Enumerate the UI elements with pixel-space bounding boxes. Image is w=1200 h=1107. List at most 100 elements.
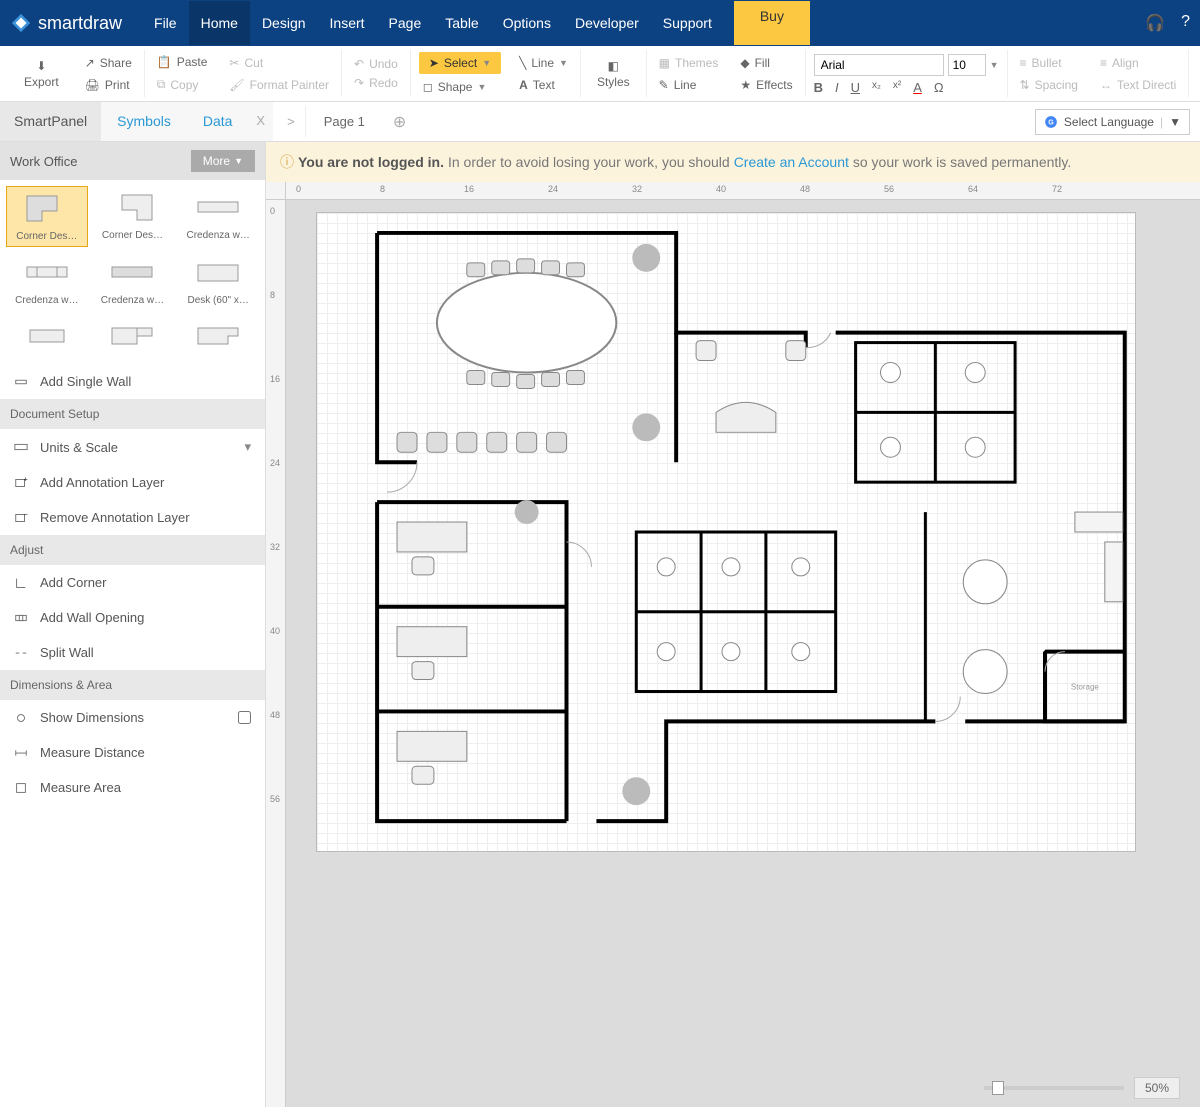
styles-button[interactable]: ◧ Styles	[589, 55, 638, 93]
superscript-button[interactable]: x²	[893, 80, 901, 95]
format-painter-button[interactable]: 🖌Format Painter	[225, 76, 333, 94]
line-style-button[interactable]: ✎Line	[655, 76, 723, 94]
menu-support[interactable]: Support	[651, 1, 724, 45]
symbol-extra-1[interactable]	[6, 314, 88, 358]
page-nav-next[interactable]: >	[277, 106, 306, 137]
split-icon	[14, 646, 28, 660]
help-icon[interactable]: ?	[1181, 13, 1190, 33]
download-icon: ⬇	[36, 59, 46, 73]
buy-button[interactable]: Buy	[734, 1, 810, 45]
bullet-button[interactable]: ≡Bullet	[1016, 54, 1082, 72]
fill-icon: ◆	[740, 56, 749, 70]
zoom-slider[interactable]	[984, 1086, 1124, 1090]
menu-developer[interactable]: Developer	[563, 1, 651, 45]
symbol-grid: Corner Des… Corner Des… Credenza w… Cred…	[0, 180, 265, 364]
symbol-corner-desk-1[interactable]: Corner Des…	[6, 186, 88, 247]
copy-button[interactable]: ⧉Copy	[153, 75, 212, 94]
line-button[interactable]: ╲Line▼	[515, 54, 572, 72]
gear-icon	[14, 711, 28, 725]
symbol-credenza-2[interactable]: Credenza w…	[6, 251, 88, 310]
symbol-extra-3[interactable]	[177, 314, 259, 358]
show-dimensions[interactable]: Show Dimensions	[0, 700, 265, 735]
paste-button[interactable]: 📋Paste	[153, 53, 212, 71]
clear-format-button[interactable]: Ω	[934, 80, 944, 95]
effects-button[interactable]: ★Effects	[736, 76, 796, 94]
floor-plan-drawing[interactable]: Storage	[316, 212, 1136, 852]
page-1-tab[interactable]: Page 1	[306, 103, 383, 140]
italic-button[interactable]: I	[835, 80, 839, 95]
more-button[interactable]: More▼	[191, 150, 255, 172]
bold-button[interactable]: B	[814, 80, 823, 95]
star-icon: ★	[740, 78, 751, 92]
language-selector[interactable]: G Select Language |▼	[1035, 109, 1190, 135]
zoom-thumb[interactable]	[992, 1081, 1004, 1095]
menu-table[interactable]: Table	[433, 1, 490, 45]
svg-text:G: G	[1048, 119, 1054, 126]
brush-icon: 🖌	[229, 78, 244, 92]
tab-close[interactable]: X	[248, 102, 273, 141]
smartpanel-tab[interactable]: SmartPanel	[0, 102, 101, 141]
units-scale[interactable]: Units & Scale ▾	[0, 429, 265, 465]
symbol-credenza-3[interactable]: Credenza w…	[92, 251, 174, 310]
shape-button[interactable]: ◻Shape▼	[419, 78, 501, 96]
split-wall[interactable]: Split Wall	[0, 635, 265, 670]
menu-items: File Home Design Insert Page Table Optio…	[142, 1, 810, 45]
paste-icon: 📋	[157, 55, 172, 69]
menu-page[interactable]: Page	[377, 1, 434, 45]
direction-icon: ↔	[1100, 78, 1112, 92]
undo-button[interactable]: ↶Undo	[350, 55, 402, 73]
headset-icon[interactable]: 🎧	[1145, 13, 1165, 33]
vertical-ruler: 0 8 16 24 32 40 48 56	[266, 200, 286, 1107]
measure-area[interactable]: Measure Area	[0, 770, 265, 805]
symbol-credenza-1[interactable]: Credenza w…	[177, 186, 259, 247]
subscript-button[interactable]: x₂	[872, 80, 881, 95]
font-color-button[interactable]: A	[913, 80, 922, 95]
spacing-button[interactable]: ⇅Spacing	[1016, 76, 1082, 94]
menu-insert[interactable]: Insert	[318, 1, 377, 45]
add-wall-opening[interactable]: Add Wall Opening	[0, 600, 265, 635]
add-annotation[interactable]: + Add Annotation Layer	[0, 465, 265, 500]
menu-home[interactable]: Home	[189, 1, 250, 45]
text-button[interactable]: AText	[515, 76, 572, 94]
add-page-button[interactable]: ⊕	[383, 104, 416, 140]
menu-options[interactable]: Options	[491, 1, 563, 45]
canvas-viewport[interactable]: 0 8 16 24 32 40 48 56 64 72 0 8 16 24 32…	[266, 182, 1200, 1107]
measure-distance[interactable]: Measure Distance	[0, 735, 265, 770]
export-button[interactable]: ⬇ Export	[16, 55, 67, 93]
symbol-extra-2[interactable]	[92, 314, 174, 358]
align-button[interactable]: ≡Align	[1096, 54, 1180, 72]
menu-file[interactable]: File	[142, 1, 189, 45]
symbol-corner-desk-2[interactable]: Corner Des…	[92, 186, 174, 247]
cut-icon: ✂	[229, 56, 239, 70]
themes-button[interactable]: ▦Themes	[655, 54, 723, 72]
ruler-icon	[14, 440, 28, 454]
line-icon: ╲	[519, 56, 526, 70]
zoom-percent[interactable]: 50%	[1134, 1077, 1180, 1099]
symbol-desk-60[interactable]: Desk (60" x…	[177, 251, 259, 310]
fill-button[interactable]: ◆Fill	[736, 54, 796, 72]
dims-area-header: Dimensions & Area	[0, 670, 265, 700]
show-dims-checkbox[interactable]	[238, 711, 251, 724]
create-account-link[interactable]: Create an Account	[734, 154, 849, 170]
left-panel: Work Office More▼ Corner Des… Corner Des…	[0, 142, 266, 1107]
menu-design[interactable]: Design	[250, 1, 318, 45]
svg-text:−: −	[24, 511, 28, 518]
redo-button[interactable]: ↷Redo	[350, 74, 402, 92]
doc-setup-header: Document Setup	[0, 399, 265, 429]
add-corner[interactable]: Add Corner	[0, 565, 265, 600]
add-single-wall[interactable]: Add Single Wall	[0, 364, 265, 399]
share-button[interactable]: ↗Share	[81, 54, 136, 72]
share-icon: ↗	[85, 56, 95, 70]
library-header: Work Office More▼	[0, 142, 265, 180]
symbols-tab[interactable]: Symbols	[101, 102, 187, 141]
font-family-input[interactable]	[814, 54, 944, 76]
print-button[interactable]: 🖨Print	[81, 76, 136, 94]
shape-icon: ◻	[423, 80, 433, 94]
cut-button[interactable]: ✂Cut	[225, 54, 333, 72]
font-size-input[interactable]	[948, 54, 986, 76]
remove-annotation[interactable]: − Remove Annotation Layer	[0, 500, 265, 535]
text-direction-button[interactable]: ↔Text Directi	[1096, 76, 1180, 94]
data-tab[interactable]: Data	[187, 102, 249, 141]
select-button[interactable]: ➤Select▼	[419, 52, 501, 74]
underline-button[interactable]: U	[851, 80, 860, 95]
